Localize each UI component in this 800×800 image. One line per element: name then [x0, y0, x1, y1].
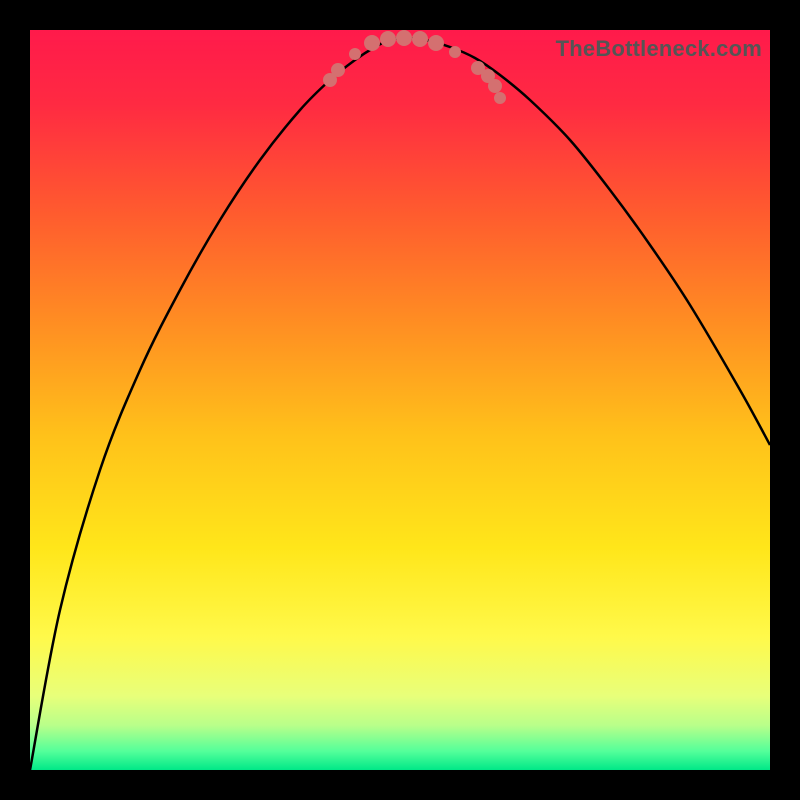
curve-bead	[488, 79, 502, 93]
bottleneck-curve	[30, 30, 770, 770]
curve-bead	[380, 31, 396, 47]
curve-bead	[364, 35, 380, 51]
curve-bead	[349, 48, 361, 60]
watermark-text: TheBottleneck.com	[556, 36, 762, 62]
plot-area: TheBottleneck.com	[30, 30, 770, 770]
curve-bead	[412, 31, 428, 47]
curve-bead	[428, 35, 444, 51]
curve-beads	[323, 30, 506, 104]
curve-bead	[494, 92, 506, 104]
curve-path	[30, 38, 770, 770]
curve-bead	[331, 63, 345, 77]
curve-bead	[449, 46, 461, 58]
curve-bead	[396, 30, 412, 46]
